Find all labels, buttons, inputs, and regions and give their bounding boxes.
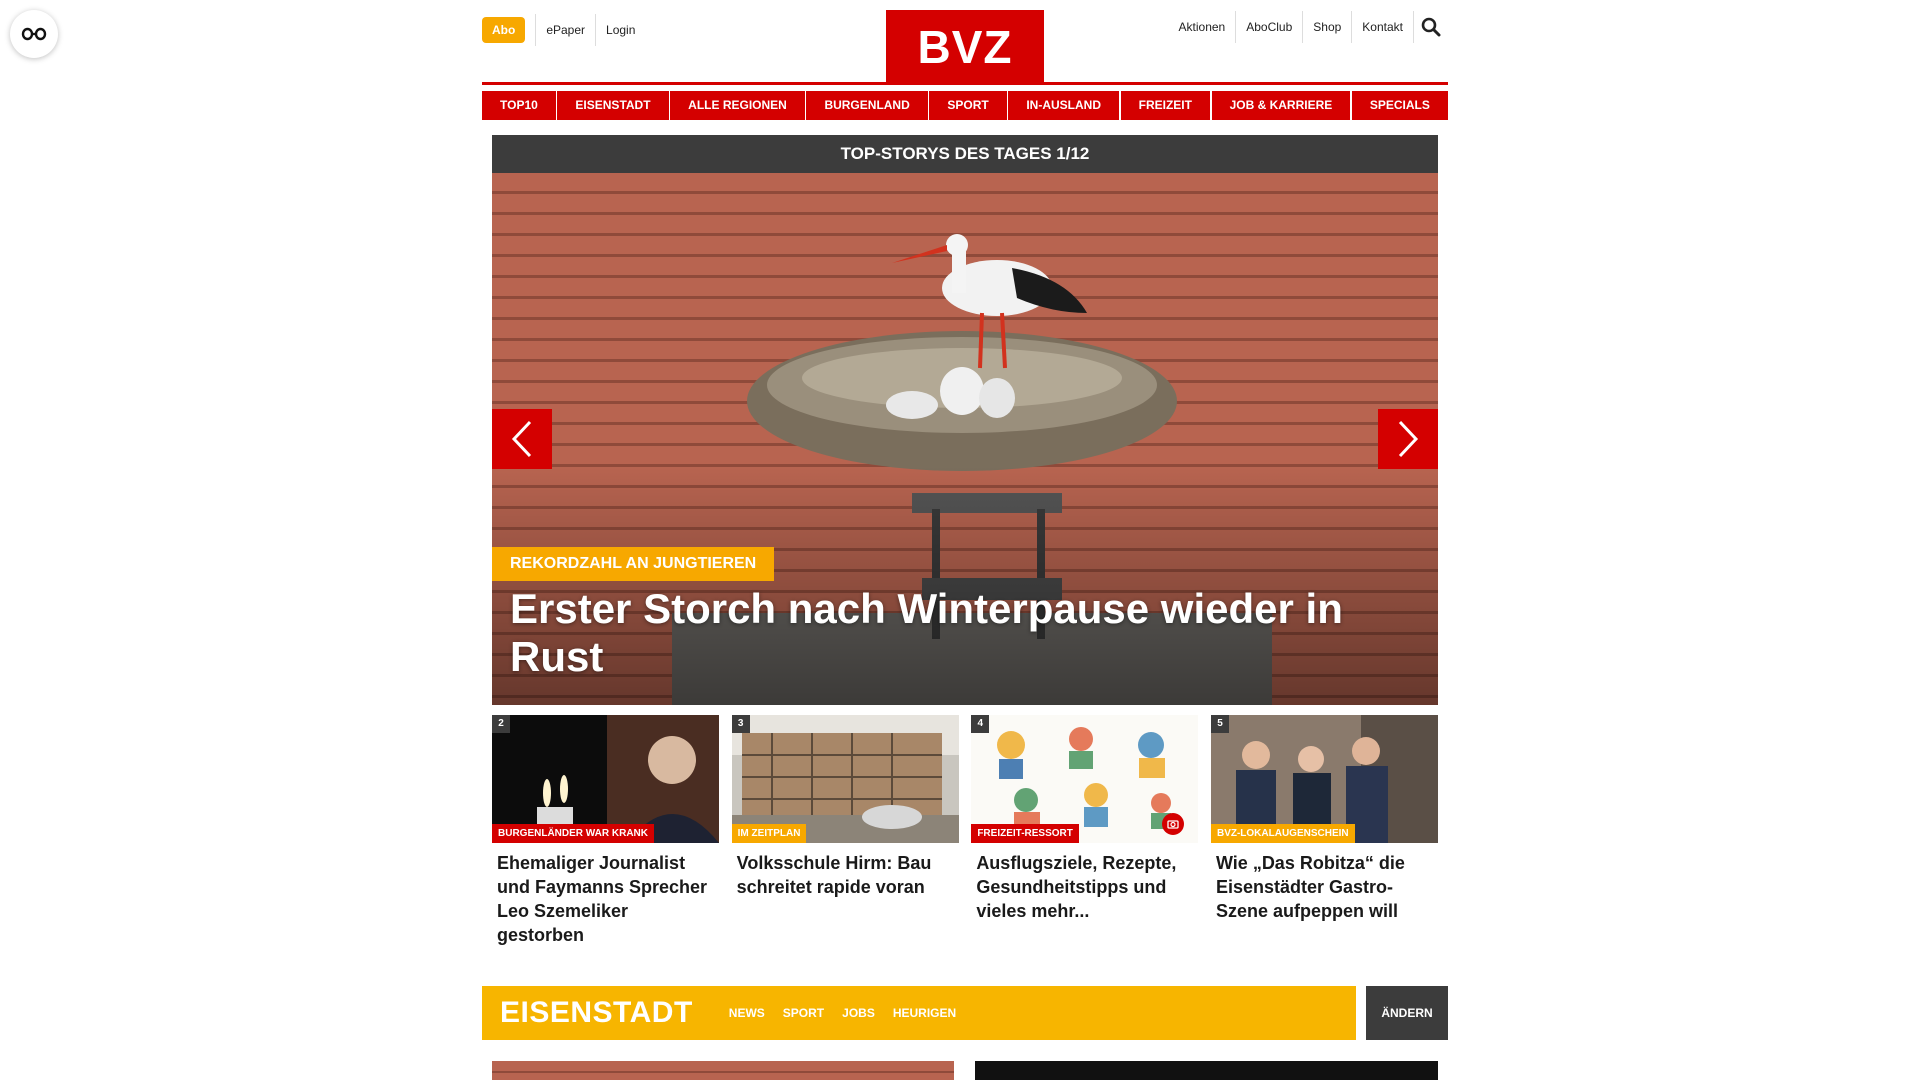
story-kicker: IM ZEITPLAN: [731, 824, 807, 843]
region-link-news[interactable]: NEWS: [729, 1006, 765, 1020]
top-right-links: Aktionen AboClub Shop Kontakt: [1169, 11, 1448, 43]
glasses-icon: [21, 27, 47, 41]
kontakt-link[interactable]: Kontakt: [1352, 11, 1414, 43]
nav-item-eisenstadt[interactable]: EISENSTADT: [557, 91, 669, 120]
story-kicker: BURGENLÄNDER WAR KRANK: [492, 824, 654, 843]
shop-link[interactable]: Shop: [1303, 11, 1353, 43]
story-title[interactable]: Ehemaliger Journalist und Faymanns Sprec…: [492, 843, 719, 947]
story-card-3[interactable]: 3 IM ZEITPLAN Volksschule Hirm: Bau schr…: [731, 715, 959, 947]
story-rank: 2: [492, 715, 510, 733]
page-container: Abo ePaper Login BVZ Aktionen AboClub Sh…: [482, 0, 1448, 1080]
story-kicker: BVZ-LOKALAUGENSCHEIN: [1210, 824, 1355, 843]
main-nav: TOP10 EISENSTADT ALLE REGIONEN BURGENLAN…: [482, 91, 1448, 120]
nav-item-freizeit[interactable]: FREIZEIT: [1120, 91, 1210, 120]
story-rank: 3: [731, 715, 750, 733]
nav-item-job-karriere[interactable]: JOB & KARRIERE: [1211, 91, 1351, 120]
region-bar: EISENSTADT NEWS SPORT JOBS HEURIGEN: [482, 986, 1356, 1040]
top-left-links: Abo ePaper Login: [482, 14, 645, 46]
story-card-image: 3 IM ZEITPLAN: [731, 715, 959, 843]
aktionen-link[interactable]: Aktionen: [1169, 11, 1237, 43]
story-title[interactable]: Volksschule Hirm: Bau schreitet rapide v…: [732, 843, 959, 899]
hero-headline[interactable]: Erster Storch nach Winterpause wieder in…: [510, 585, 1410, 681]
region-link-heurigen[interactable]: HEURIGEN: [893, 1006, 956, 1020]
story-card-image: 4 FREIZEIT-RESSORT: [971, 715, 1199, 843]
epaper-link[interactable]: ePaper: [535, 14, 595, 46]
chevron-left-icon: [511, 420, 532, 458]
reader-mode-button[interactable]: [10, 10, 58, 58]
region-teaser-image-right[interactable]: [975, 1061, 1438, 1080]
story-rank: 5: [1210, 715, 1229, 733]
hero-slide[interactable]: REKORDZAHL AN JUNGTIEREN Erster Storch n…: [492, 173, 1438, 705]
story-title[interactable]: Ausflugsziele, Rezepte, Gesundheitstipps…: [971, 843, 1198, 923]
story-card-2[interactable]: 2 BURGENLÄNDER WAR KRANK Ehemaliger Jour…: [492, 715, 719, 947]
region-teaser-image-left[interactable]: [492, 1061, 954, 1080]
story-card-5[interactable]: 5 BVZ-LOKALAUGENSCHEIN Wie „Das Robitza“…: [1210, 715, 1438, 947]
story-rank: 4: [971, 715, 990, 733]
next-slide-button[interactable]: [1378, 409, 1438, 469]
nav-item-top10[interactable]: TOP10: [482, 91, 556, 120]
change-region-button[interactable]: ÄNDERN: [1366, 986, 1448, 1040]
nav-item-alle-regionen[interactable]: ALLE REGIONEN: [670, 91, 805, 120]
story-kicker: FREIZEIT-RESSORT: [971, 824, 1079, 843]
aboclub-link[interactable]: AboClub: [1236, 11, 1304, 43]
story-card-4[interactable]: 4 FREIZEIT-RESSORT Ausflugsziele, Rezept…: [971, 715, 1199, 947]
camera-icon: [1167, 820, 1179, 829]
top-stories-header: TOP-STORYS DES TAGES 1/12: [492, 135, 1438, 173]
hero-kicker: REKORDZAHL AN JUNGTIEREN: [492, 547, 775, 581]
login-link[interactable]: Login: [595, 14, 645, 46]
story-title[interactable]: Wie „Das Robitza“ die Eisenstädter Gastr…: [1211, 843, 1438, 923]
nav-item-burgenland[interactable]: BURGENLAND: [806, 91, 928, 120]
region-link-sport[interactable]: SPORT: [783, 1006, 824, 1020]
story-cards: 2 BURGENLÄNDER WAR KRANK Ehemaliger Jour…: [492, 715, 1438, 947]
search-icon: [1421, 17, 1441, 37]
nav-item-specials[interactable]: SPECIALS: [1351, 91, 1448, 120]
header-divider: [482, 82, 1448, 85]
top-bar: Abo ePaper Login BVZ Aktionen AboClub Sh…: [482, 0, 1448, 83]
story-card-image: 2 BURGENLÄNDER WAR KRANK: [492, 715, 719, 843]
nav-item-in-ausland[interactable]: IN-AUSLAND: [1008, 91, 1120, 120]
prev-slide-button[interactable]: [492, 409, 552, 469]
region-link-jobs[interactable]: JOBS: [842, 1006, 875, 1020]
search-button[interactable]: [1414, 11, 1448, 43]
chevron-right-icon: [1398, 420, 1419, 458]
region-title[interactable]: EISENSTADT: [482, 996, 693, 1030]
story-card-image: 5 BVZ-LOKALAUGENSCHEIN: [1210, 715, 1438, 843]
abo-button[interactable]: Abo: [482, 17, 526, 43]
bvz-logo[interactable]: BVZ: [886, 10, 1044, 83]
nav-item-sport[interactable]: SPORT: [929, 91, 1007, 120]
